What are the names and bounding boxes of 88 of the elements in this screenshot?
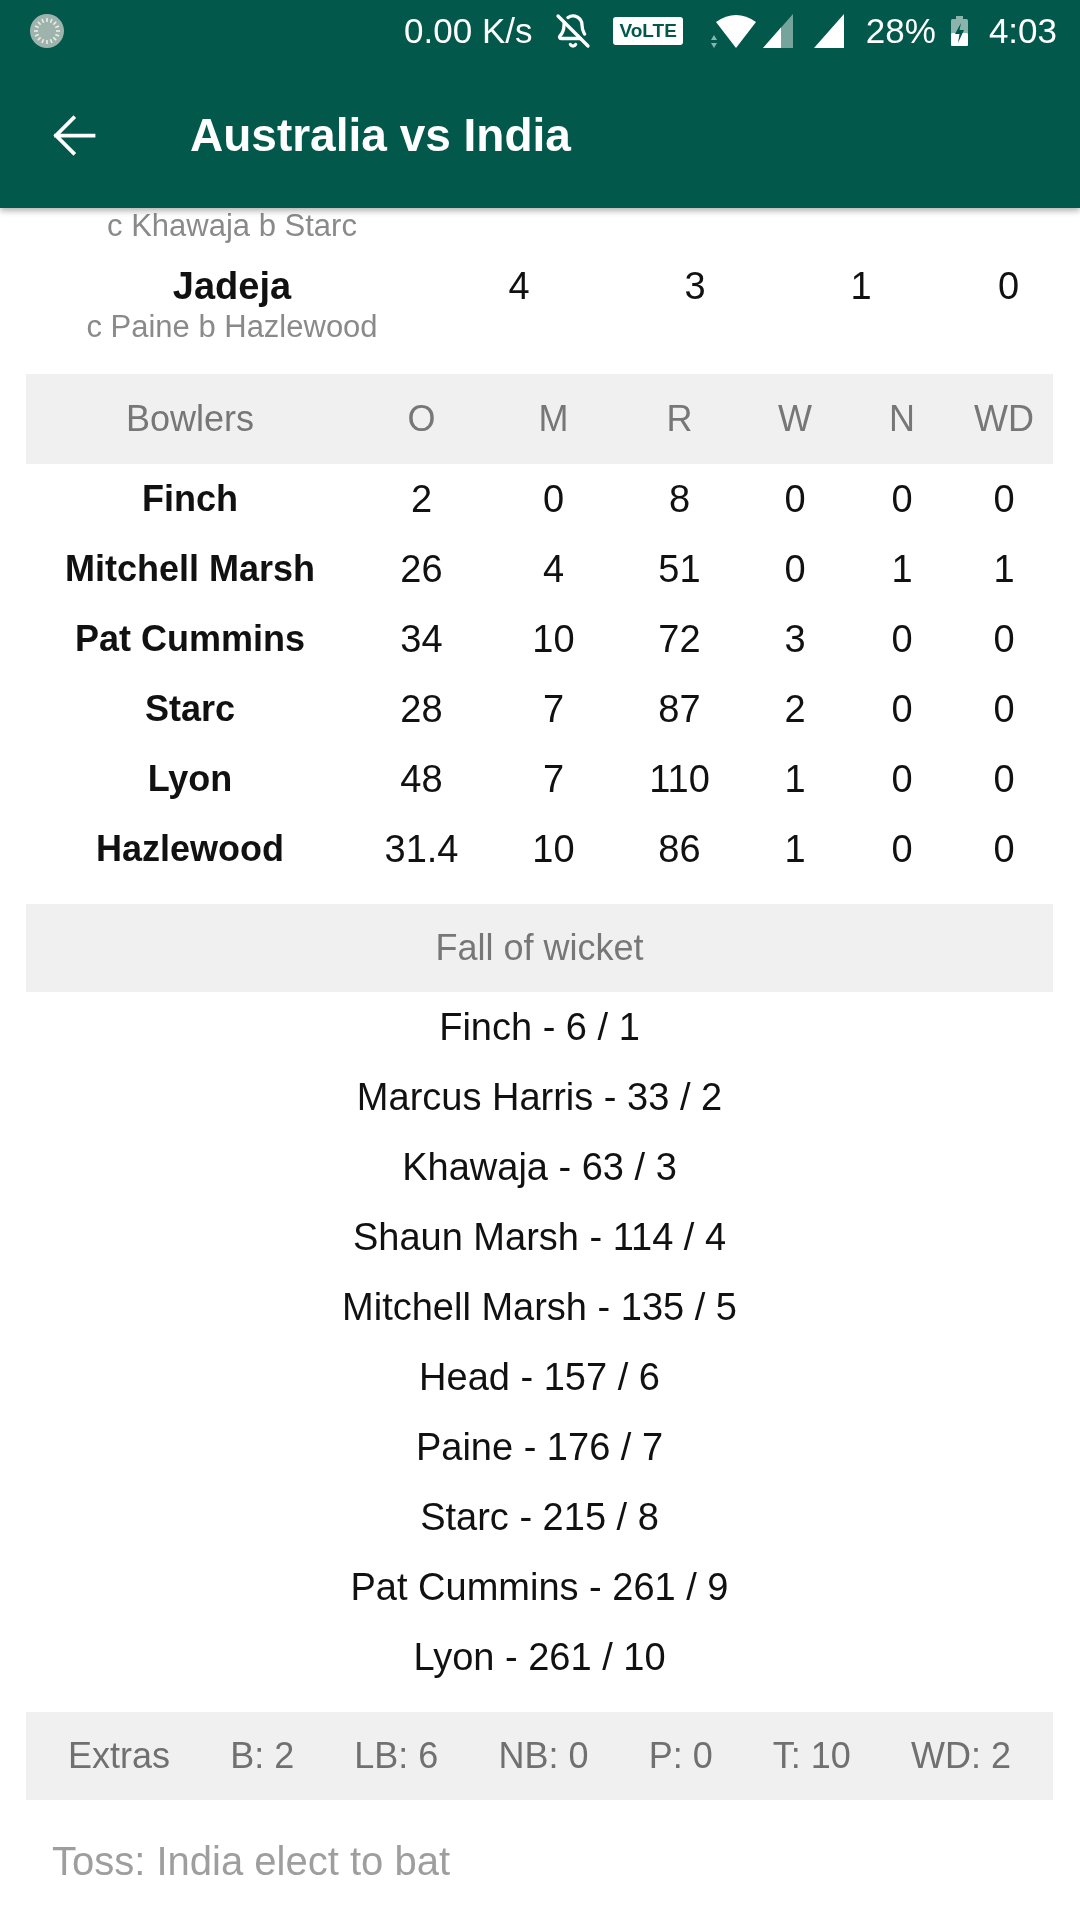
column-header: WD: [973, 398, 1035, 440]
wicket-entry: Paine - 176 / 7: [415, 1424, 664, 1470]
wicket-entry: Head - 157 / 6: [419, 1354, 660, 1400]
extras-label: Extras: [68, 1735, 171, 1777]
table-cell: 26: [400, 547, 443, 591]
table-cell: 0: [993, 687, 1015, 731]
battery-percent: 28%: [865, 11, 936, 51]
column-header: N: [888, 398, 916, 440]
signal-icon: [813, 14, 844, 48]
table-cell: 7: [542, 757, 565, 801]
column-header: R: [665, 398, 694, 440]
bowler-name: Mitchell Marsh: [64, 548, 316, 590]
table-cell: 0: [784, 477, 806, 521]
clock-time: 4:03: [988, 11, 1057, 51]
table-cell-text: 3: [683, 264, 707, 309]
extras-value: LB: 6: [354, 1735, 439, 1777]
bowler-name: Hazlewood: [96, 828, 284, 870]
signal-icon: [762, 14, 793, 48]
wicket-entry: Khawaja - 63 / 3: [402, 1144, 677, 1190]
batsman-name: Jadeja: [172, 264, 292, 309]
column-header: M: [537, 398, 570, 440]
wifi-icon: [710, 14, 756, 48]
battery-charging-icon: [950, 16, 968, 46]
wicket-entry: Marcus Harris - 33 / 2: [356, 1074, 723, 1120]
table-cell: 10: [532, 827, 575, 871]
table-cell: 28: [400, 687, 443, 731]
table-cell: 2: [410, 477, 433, 521]
table-cell: 7: [542, 687, 565, 731]
column-header: Bowlers: [124, 398, 255, 440]
network-badge: VoLTE: [613, 17, 683, 45]
table-cell: 110: [649, 757, 710, 801]
table-cell-text: 0: [996, 264, 1021, 309]
dial-icon: [30, 14, 64, 48]
dismissal-text: c Khawaja b Starc: [107, 208, 357, 244]
table-cell: 3: [784, 617, 806, 661]
table-cell: 0: [891, 757, 913, 801]
table-cell: 34: [400, 617, 443, 661]
wicket-entry: Pat Cummins - 261 / 9: [350, 1564, 729, 1610]
wicket-entry: Starc - 215 / 8: [420, 1494, 659, 1540]
table-cell: 48: [400, 757, 443, 801]
table-cell: 0: [542, 477, 565, 521]
extras-value: WD: 2: [910, 1735, 1011, 1777]
back-icon: [51, 112, 96, 158]
table-cell: 4: [542, 547, 565, 591]
table-cell: 72: [658, 617, 701, 661]
column-header: W: [777, 398, 813, 440]
toss-text: Toss: India elect to bat: [52, 1838, 451, 1885]
column-header: O: [406, 398, 437, 440]
wicket-entry: Shaun Marsh - 114 / 4: [352, 1214, 727, 1260]
table-cell: 0: [784, 547, 806, 591]
fall-of-wicket-header: Fall of wicket: [26, 904, 1053, 992]
dismissal-text: c Paine b Hazlewood: [86, 309, 378, 345]
extras-value: P: 0: [648, 1735, 713, 1777]
table-cell: 0: [891, 827, 913, 871]
bowler-name: Finch: [142, 478, 238, 520]
bowler-name: Pat Cummins: [74, 618, 305, 660]
table-cell: 1: [891, 547, 913, 591]
network-speed: 0.00 K/s: [404, 11, 533, 51]
table-cell: 0: [993, 827, 1015, 871]
extras-value: NB: 0: [498, 1735, 589, 1777]
extras-value: T: 10: [772, 1735, 851, 1777]
table-cell: 1: [784, 827, 806, 871]
table-cell: 1: [993, 547, 1015, 591]
table-cell: 1: [784, 757, 806, 801]
table-cell: 0: [993, 757, 1015, 801]
bowler-name: Lyon: [147, 758, 233, 800]
extras-value: B: 2: [230, 1735, 295, 1777]
table-cell: 0: [993, 477, 1015, 521]
wicket-entry: Finch - 6 / 1: [439, 1004, 640, 1050]
table-cell: 8: [668, 477, 691, 521]
table-cell: 51: [658, 547, 701, 591]
table-cell: 0: [891, 477, 913, 521]
screen-title: Australia vs India: [190, 108, 571, 162]
table-cell: 10: [532, 617, 575, 661]
table-cell-text: 1: [849, 264, 873, 309]
bowler-name: Starc: [144, 688, 236, 730]
table-cell: 86: [658, 827, 701, 871]
back-button[interactable]: [51, 112, 96, 158]
table-cell: 87: [658, 687, 701, 731]
table-cell-text: 4: [507, 264, 531, 309]
bell-off-icon: [555, 13, 592, 49]
table-cell: 0: [891, 687, 913, 731]
table-cell: 0: [891, 617, 913, 661]
table-cell: 2: [784, 687, 806, 731]
wicket-entry: Mitchell Marsh - 135 / 5: [342, 1284, 737, 1330]
table-cell: 0: [993, 617, 1015, 661]
wicket-entry: Lyon - 261 / 10: [413, 1634, 666, 1680]
table-cell: 31.4: [384, 827, 459, 871]
